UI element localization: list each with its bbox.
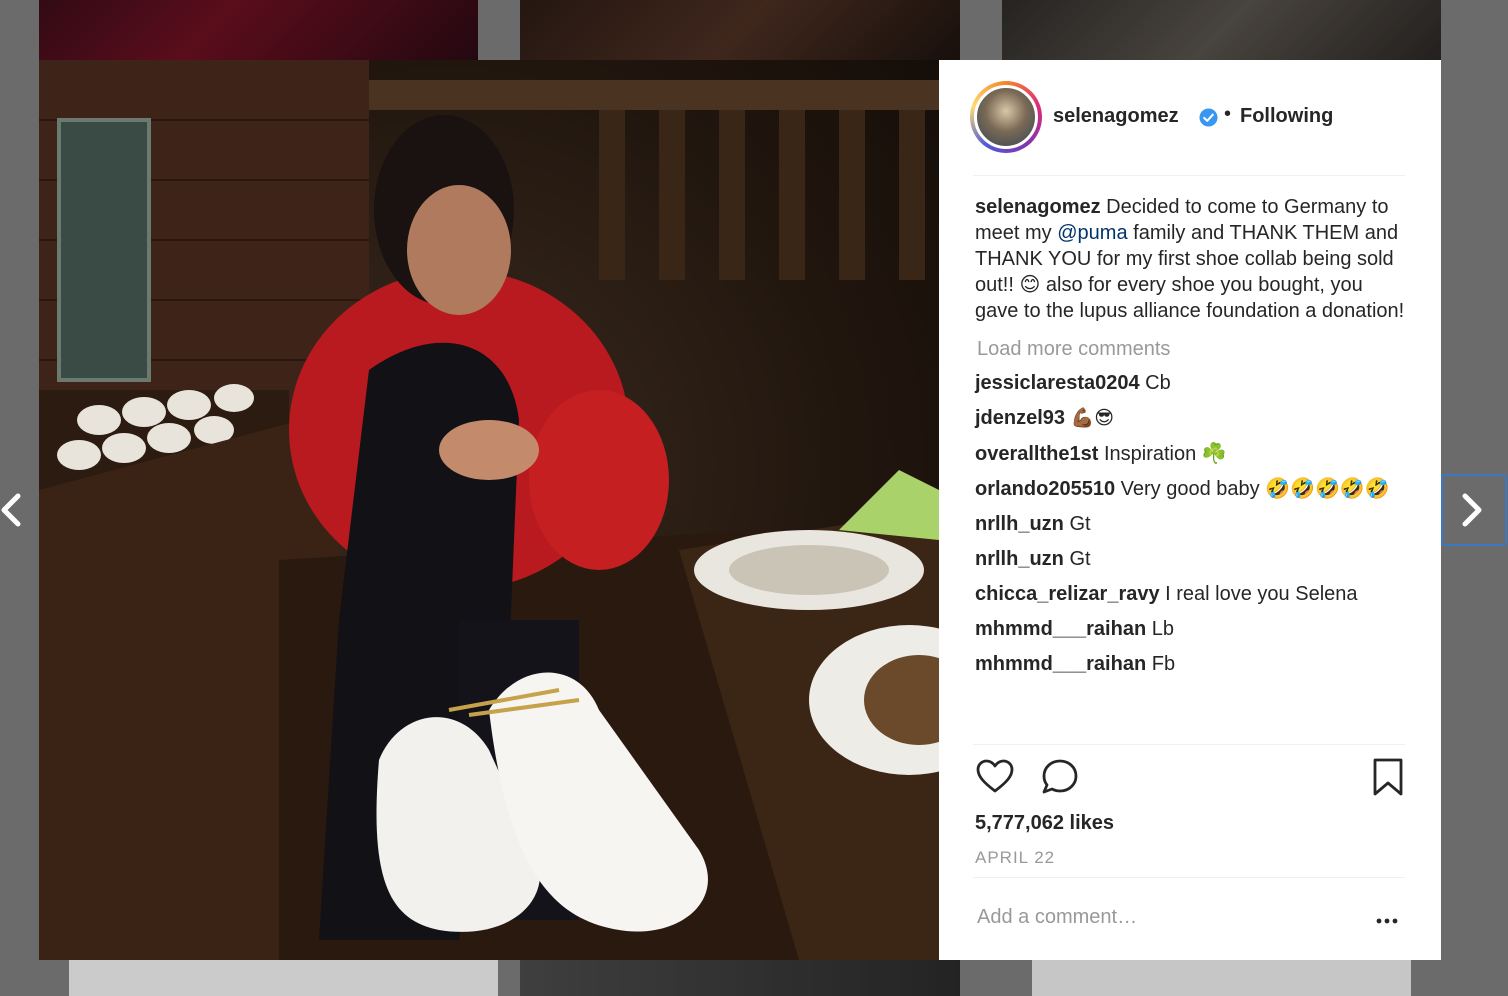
comment-username[interactable]: mhmmd___raihan [975, 653, 1146, 675]
separator-dot: • [1224, 103, 1232, 125]
grid-thumbnail[interactable] [69, 960, 498, 996]
next-post-button[interactable] [1441, 474, 1507, 546]
divider [973, 175, 1405, 176]
comment-item: nrllh_uzn Gt [975, 511, 1405, 537]
comment-text: I real love you Selena [1165, 583, 1358, 605]
comment-item: mhmmd___raihan Lb [975, 616, 1405, 642]
comment-text: Very good baby 🤣🤣🤣🤣🤣 [1120, 478, 1390, 500]
grid-thumbnail[interactable] [1032, 960, 1411, 996]
photo-illustration [39, 60, 939, 960]
comment-bubble-icon [1042, 759, 1078, 794]
load-more-comments-button[interactable]: Load more comments [977, 338, 1405, 361]
post-author-username[interactable]: selenagomez [1053, 105, 1179, 128]
comment-username[interactable]: jessiclaresta0204 [975, 372, 1140, 394]
chevron-right-icon [1462, 493, 1482, 527]
post-header: selenagomez • Following [939, 60, 1441, 175]
more-options-icon[interactable] [1374, 908, 1400, 934]
comment-text: 💪🏾😎 [1070, 408, 1115, 429]
comment-username[interactable]: jdenzel93 [975, 407, 1065, 429]
grid-thumbnail[interactable] [1002, 0, 1441, 60]
comment-item: overallthe1st Inspiration ☘️ [975, 441, 1405, 467]
post-caption: selenagomez Decided to come to Germany t… [975, 194, 1405, 324]
post-photo[interactable] [39, 60, 939, 960]
divider [973, 744, 1405, 745]
divider [973, 877, 1405, 878]
comment-text: Cb [1145, 372, 1171, 394]
comment-username[interactable]: nrllh_uzn [975, 513, 1064, 535]
post-modal: selenagomez • Following selenagomez Deci… [39, 60, 1441, 960]
comment-item: jdenzel93 💪🏾😎 [975, 405, 1405, 432]
comment-text: Fb [1151, 653, 1176, 675]
comment-username[interactable]: orlando205510 [975, 478, 1115, 500]
comment-item: jessiclaresta0204 Cb [975, 370, 1405, 396]
comment-item: mhmmd___raihan Fb [975, 651, 1405, 677]
comment-item: orlando205510 Very good baby 🤣🤣🤣🤣🤣 [975, 476, 1405, 502]
likes-count[interactable]: 5,777,062 likes [975, 812, 1114, 835]
bookmark-icon [1373, 758, 1403, 796]
grid-thumbnail[interactable] [520, 0, 960, 60]
grid-thumbnail[interactable] [520, 960, 960, 996]
comment-username[interactable]: chicca_relizar_ravy [975, 583, 1160, 605]
comment-button[interactable] [1040, 757, 1080, 797]
verified-badge-icon [1199, 108, 1218, 127]
avatar[interactable] [974, 85, 1038, 149]
grid-thumbnail[interactable] [39, 0, 478, 60]
like-button[interactable] [975, 757, 1015, 797]
caption-author[interactable]: selenagomez [975, 196, 1101, 218]
add-comment-input[interactable]: Add a comment… [977, 906, 1137, 929]
comment-item: chicca_relizar_ravy I real love you Sele… [975, 581, 1405, 607]
save-button[interactable] [1368, 757, 1408, 797]
comment-username[interactable]: nrllh_uzn [975, 548, 1064, 570]
comment-item: nrllh_uzn Gt [975, 546, 1405, 572]
heart-icon [976, 759, 1014, 793]
comment-text: Gt [1069, 548, 1091, 570]
comment-text: Lb [1151, 618, 1174, 640]
comment-username[interactable]: mhmmd___raihan [975, 618, 1146, 640]
comment-text: Inspiration ☘️ [1103, 443, 1227, 465]
post-actions [939, 755, 1441, 803]
comments-list: selenagomez Decided to come to Germany t… [975, 194, 1405, 677]
comment-text: Gt [1069, 513, 1091, 535]
post-sidebar: selenagomez • Following selenagomez Deci… [939, 60, 1441, 960]
post-date[interactable]: APRIL 22 [975, 848, 1055, 868]
comment-username[interactable]: overallthe1st [975, 443, 1098, 465]
following-button[interactable]: Following [1240, 105, 1333, 128]
caption-mention-link[interactable]: @puma [1057, 222, 1127, 244]
